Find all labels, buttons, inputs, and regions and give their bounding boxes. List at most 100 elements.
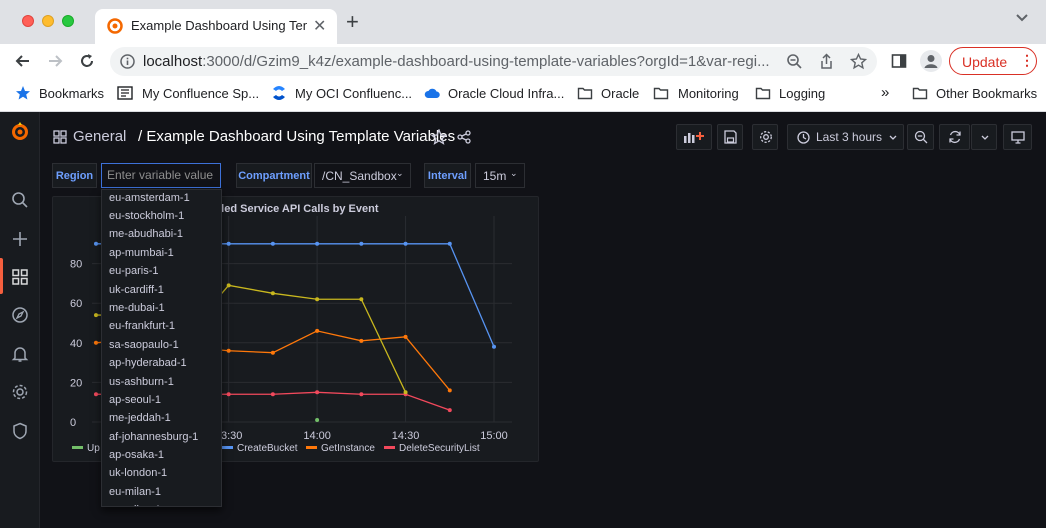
legend-label[interactable]: GetInstance: [321, 443, 375, 454]
region-option[interactable]: eu-milan-1: [102, 483, 221, 501]
browser-tab[interactable]: Example Dashboard Using Template Variabl…: [95, 9, 337, 44]
region-option[interactable]: ap-mumbai-1: [102, 244, 221, 262]
address-bar[interactable]: localhost:3000/d/Gzim9_k4z/example-dashb…: [110, 47, 877, 76]
zoom-out-button[interactable]: [907, 124, 934, 150]
compartment-variable-select[interactable]: /CN_Sandbox ⌄: [314, 163, 411, 188]
url-text[interactable]: localhost:3000/d/Gzim9_k4z/example-dashb…: [143, 53, 783, 70]
minimize-window-button[interactable]: [42, 15, 54, 27]
other-bookmarks-folder[interactable]: Other Bookmarks: [936, 86, 1037, 101]
back-icon[interactable]: [14, 52, 32, 70]
region-option[interactable]: af-johannesburg-1: [102, 428, 221, 446]
legend-label[interactable]: CreateBucket: [237, 443, 298, 454]
y-tick-label: 40: [70, 338, 82, 350]
refresh-button[interactable]: [939, 124, 970, 150]
confluence-icon: [273, 86, 285, 100]
region-search-input[interactable]: [107, 168, 215, 182]
cloud-icon: [424, 88, 440, 98]
region-option[interactable]: uk-london-1: [102, 464, 221, 482]
grafana-logo-icon[interactable]: [10, 121, 30, 141]
plus-icon[interactable]: [11, 230, 29, 248]
region-option[interactable]: me-jeddah-1: [102, 409, 221, 427]
x-tick-label: 14:00: [303, 430, 331, 442]
grafana-sidebar: [0, 112, 40, 528]
share-icon[interactable]: [818, 53, 835, 70]
bookmark-folder[interactable]: Logging: [779, 86, 825, 101]
bookmark-folder[interactable]: Monitoring: [678, 86, 739, 101]
page-title[interactable]: / Example Dashboard Using Template Varia…: [138, 128, 455, 145]
region-option[interactable]: me-abudhabi-1: [102, 225, 221, 243]
region-options-dropdown[interactable]: eu-amsterdam-1 eu-stockholm-1 me-abudhabi-…: [101, 189, 222, 507]
close-window-button[interactable]: [22, 15, 34, 27]
dashboard-grid-icon: [53, 130, 67, 144]
info-icon[interactable]: [120, 54, 135, 69]
data-point: [270, 291, 275, 296]
active-nav-indicator: [0, 258, 3, 294]
favorite-star-icon[interactable]: [431, 129, 447, 145]
interval-variable-label: Interval: [424, 163, 471, 188]
time-range-picker[interactable]: Last 3 hours: [787, 124, 904, 150]
interval-variable-select[interactable]: 15m ⌄: [475, 163, 525, 188]
region-option[interactable]: ap-hyderabad-1: [102, 354, 221, 372]
bookmark-item[interactable]: Oracle Cloud Infra...: [448, 86, 564, 101]
data-point: [403, 390, 408, 395]
alerting-bell-icon[interactable]: [11, 345, 29, 363]
bookmarks-overflow-button[interactable]: »: [881, 84, 889, 101]
add-panel-button[interactable]: [676, 124, 712, 150]
region-option[interactable]: uk-cardiff-1: [102, 281, 221, 299]
dashboards-icon[interactable]: [11, 268, 29, 286]
region-option[interactable]: me-dubai-1: [102, 299, 221, 317]
region-option[interactable]: ap-osaka-1: [102, 446, 221, 464]
legend-swatch: [72, 446, 83, 449]
data-point: [270, 241, 275, 246]
legend-swatch: [306, 446, 317, 449]
region-option[interactable]: eu-paris-1: [102, 262, 221, 280]
new-tab-button[interactable]: +: [346, 11, 359, 33]
tv-mode-button[interactable]: [1003, 124, 1032, 150]
chevron-down-icon[interactable]: [1016, 14, 1028, 22]
breadcrumb-folder[interactable]: General: [73, 128, 126, 145]
y-tick-label: 20: [70, 377, 82, 389]
profile-avatar[interactable]: [920, 50, 942, 72]
shield-icon[interactable]: [11, 422, 29, 440]
bookmark-folder[interactable]: Oracle: [601, 86, 639, 101]
side-panel-icon[interactable]: [891, 53, 907, 69]
maximize-window-button[interactable]: [62, 15, 74, 27]
region-option[interactable]: eu-stockholm-1: [102, 207, 221, 225]
forward-icon[interactable]: [46, 52, 64, 70]
more-menu-icon[interactable]: ⋮: [1020, 52, 1034, 69]
region-option[interactable]: eu-frankfurt-1: [102, 317, 221, 335]
bookmarks-bar: Bookmarks My Confluence Sp... My OCI Con…: [0, 78, 1046, 112]
data-point: [94, 392, 98, 397]
region-variable-input[interactable]: [101, 163, 221, 188]
data-point: [359, 297, 364, 302]
update-button[interactable]: Update ⋮: [949, 47, 1037, 75]
refresh-interval-dropdown[interactable]: [971, 124, 997, 150]
share-icon[interactable]: [457, 130, 471, 144]
bookmark-star-icon[interactable]: [850, 53, 867, 70]
time-range-label: Last 3 hours: [816, 130, 883, 144]
bookmark-item[interactable]: My OCI Confluenc...: [295, 86, 412, 101]
zoom-icon[interactable]: [786, 53, 803, 70]
dashboard-settings-button[interactable]: [752, 124, 778, 150]
region-option[interactable]: ap-seoul-1: [102, 391, 221, 409]
save-dashboard-button[interactable]: [717, 124, 743, 150]
bookmark-item[interactable]: My Confluence Sp...: [142, 86, 259, 101]
legend-label[interactable]: DeleteSecurityList: [399, 443, 480, 454]
folder-icon: [755, 87, 771, 100]
bookmark-item[interactable]: Bookmarks: [39, 86, 104, 101]
close-tab-icon[interactable]: ✕: [313, 16, 326, 36]
reload-icon[interactable]: [78, 52, 96, 70]
grafana-icon: [107, 18, 123, 34]
search-icon[interactable]: [11, 191, 29, 209]
data-point: [270, 392, 275, 397]
region-option[interactable]: eu-amsterdam-1: [102, 190, 221, 207]
data-point: [315, 328, 320, 333]
region-option[interactable]: sa-saopaulo-1: [102, 336, 221, 354]
region-option[interactable]: eu-milan-1: [102, 501, 221, 506]
panel-title: ailed Service API Calls by Event: [212, 203, 379, 215]
data-point: [359, 392, 364, 397]
legend-label[interactable]: Up: [87, 443, 100, 454]
gear-icon[interactable]: [11, 383, 29, 401]
region-option[interactable]: us-ashburn-1: [102, 373, 221, 391]
explore-icon[interactable]: [11, 306, 29, 324]
